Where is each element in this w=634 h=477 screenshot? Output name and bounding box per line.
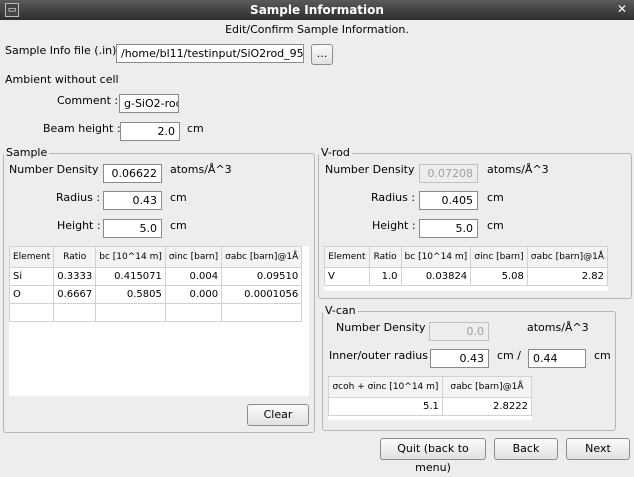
vrod-height-unit: cm: [487, 219, 504, 232]
info-file-input[interactable]: /home/bl11/testinput/SiO2rod_9545.in: [116, 44, 304, 63]
info-file-label: Sample Info file (.in):: [5, 44, 121, 57]
table-cell[interactable]: 0.004: [164, 267, 223, 286]
table-cell[interactable]: 0.6667: [53, 285, 97, 304]
table-cell[interactable]: 0.3333: [53, 267, 97, 286]
quit-button[interactable]: Quit (back to menu): [380, 438, 486, 474]
table-cell[interactable]: [164, 303, 223, 322]
table-cell[interactable]: V: [324, 267, 370, 286]
vrod-density-input: 0.07208: [419, 164, 478, 183]
column-header[interactable]: σinc [barn]: [164, 246, 223, 268]
vrod-radius-unit: cm: [487, 191, 504, 204]
vrod-density-label: Number Density :: [325, 163, 422, 176]
vrod-group-title: V-rod: [319, 146, 352, 159]
vrod-radius-label: Radius :: [371, 191, 416, 204]
sample-radius-input[interactable]: 0.43: [103, 191, 162, 210]
sample-group-title: Sample: [4, 146, 50, 159]
clear-button[interactable]: Clear: [247, 404, 309, 426]
column-header[interactable]: σcoh + σinc [10^14 m]: [328, 376, 443, 398]
table-row[interactable]: O 0.6667 0.5805 0.000 0.0001056: [9, 285, 303, 304]
table-cell[interactable]: [53, 303, 97, 322]
table-cell[interactable]: 2.82: [526, 267, 608, 286]
close-icon[interactable]: ✕: [615, 3, 629, 17]
table-row[interactable]: 5.1 2.8222: [328, 397, 532, 416]
sample-density-label: Number Density :: [9, 163, 106, 176]
comment-input[interactable]: g-SiO2-rod(: [119, 94, 179, 113]
vcan-density-label: Number Density :: [336, 321, 433, 334]
table-row[interactable]: [9, 303, 303, 322]
vcan-density-input: 0.0: [429, 322, 489, 341]
back-button[interactable]: Back: [494, 438, 558, 460]
vrod-height-label: Height :: [372, 219, 416, 232]
table-cell[interactable]: 0.000: [164, 285, 223, 304]
sample-density-input[interactable]: 0.06622: [103, 164, 162, 183]
vrod-height-input[interactable]: 5.0: [419, 219, 478, 238]
table-cell[interactable]: 0.09510: [221, 267, 303, 286]
column-header[interactable]: Ratio: [53, 246, 97, 268]
table-cell[interactable]: 0.5805: [95, 285, 166, 304]
table-cell[interactable]: 0.0001056: [221, 285, 303, 304]
vcan-inner-radius-unit: cm /: [497, 349, 521, 362]
beam-height-label: Beam height :: [43, 122, 121, 135]
vrod-radius-input[interactable]: 0.405: [419, 191, 478, 210]
sample-table[interactable]: Element Ratio bc [10^14 m] σinc [barn] σ…: [9, 246, 309, 396]
ambient-label: Ambient without cell: [5, 73, 119, 86]
table-cell[interactable]: 2.8222: [441, 397, 532, 416]
sample-height-label: Height :: [57, 219, 101, 232]
beam-height-input[interactable]: 2.0: [120, 122, 180, 141]
table-cell[interactable]: 5.08: [470, 267, 528, 286]
column-header[interactable]: σabc [barn]@1Å: [221, 246, 303, 268]
comment-label: Comment :: [57, 94, 119, 107]
beam-height-unit: cm: [187, 122, 204, 135]
table-row[interactable]: V 1.0 0.03824 5.08 2.82: [324, 267, 608, 286]
vrod-density-unit: atoms/Å^3: [487, 163, 549, 176]
window-menu-icon[interactable]: ▭: [5, 3, 19, 17]
next-button[interactable]: Next: [566, 438, 630, 460]
column-header[interactable]: σabc [barn]@1Å: [526, 246, 608, 268]
window-title: Sample Information: [250, 3, 384, 17]
column-header[interactable]: Element: [9, 246, 55, 268]
table-cell[interactable]: Si: [9, 267, 55, 286]
column-header[interactable]: bc [10^14 m]: [400, 246, 472, 268]
table-cell[interactable]: 0.03824: [400, 267, 472, 286]
column-header[interactable]: bc [10^14 m]: [95, 246, 166, 268]
sample-radius-unit: cm: [170, 191, 187, 204]
vcan-inner-radius-input[interactable]: 0.43: [430, 349, 489, 368]
table-cell[interactable]: [9, 303, 55, 322]
window-titlebar: Sample Information: [0, 0, 634, 20]
column-header[interactable]: Ratio: [368, 246, 402, 268]
page-subtitle: Edit/Confirm Sample Information.: [225, 23, 409, 36]
vcan-group-title: V-can: [323, 304, 358, 317]
column-header[interactable]: σinc [barn]: [470, 246, 528, 268]
vcan-outer-radius-input[interactable]: 0.44: [528, 349, 586, 368]
vcan-density-unit: atoms/Å^3: [527, 321, 589, 334]
vcan-table[interactable]: σcoh + σinc [10^14 m] σabc [barn]@1Å 5.1…: [328, 376, 532, 420]
table-row[interactable]: Si 0.3333 0.415071 0.004 0.09510: [9, 267, 303, 286]
column-header[interactable]: σabc [barn]@1Å: [441, 376, 532, 398]
table-cell[interactable]: 5.1: [328, 397, 443, 416]
sample-density-unit: atoms/Å^3: [170, 163, 232, 176]
table-cell[interactable]: 1.0: [368, 267, 402, 286]
sample-radius-label: Radius :: [56, 191, 101, 204]
browse-button[interactable]: ...: [311, 44, 333, 65]
table-cell[interactable]: 0.415071: [95, 267, 166, 286]
table-cell[interactable]: [95, 303, 166, 322]
sample-height-input[interactable]: 5.0: [103, 219, 162, 238]
column-header[interactable]: Element: [324, 246, 370, 268]
sample-height-unit: cm: [170, 219, 187, 232]
table-cell[interactable]: [221, 303, 303, 322]
vrod-table[interactable]: Element Ratio bc [10^14 m] σinc [barn] σ…: [324, 246, 608, 291]
vcan-outer-radius-unit: cm: [594, 349, 611, 362]
vcan-radius-label: Inner/outer radius :: [329, 349, 436, 362]
table-cell[interactable]: O: [9, 285, 55, 304]
